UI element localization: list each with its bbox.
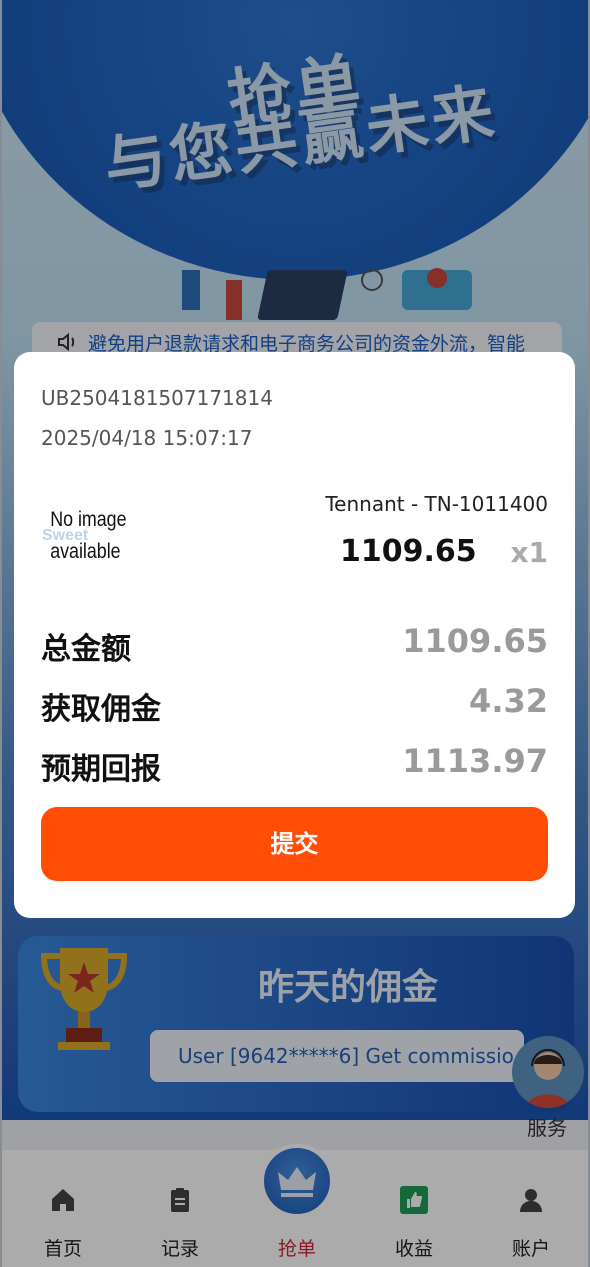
no-image-line-2: available	[50, 540, 120, 564]
product-quantity: x1	[510, 536, 548, 569]
commission-value: 4.32	[469, 682, 548, 720]
order-confirm-modal: UB2504181507171814 2025/04/18 15:07:17 S…	[14, 352, 575, 918]
expected-return-value: 1113.97	[402, 742, 548, 780]
order-time: 2025/04/18 15:07:17	[41, 426, 253, 450]
no-image-line-1: No image	[50, 508, 126, 532]
product-image-placeholder: Sweet No image available	[42, 508, 127, 564]
product-price: 1109.65	[340, 534, 477, 569]
order-id: UB2504181507171814	[41, 386, 273, 410]
total-amount-label: 总金额	[41, 632, 131, 667]
expected-return-label: 预期回报	[41, 752, 161, 787]
total-amount-value: 1109.65	[402, 622, 548, 660]
product-name: Tennant - TN-1011400	[325, 492, 548, 516]
submit-button[interactable]: 提交	[41, 807, 548, 881]
commission-label: 获取佣金	[41, 692, 161, 727]
